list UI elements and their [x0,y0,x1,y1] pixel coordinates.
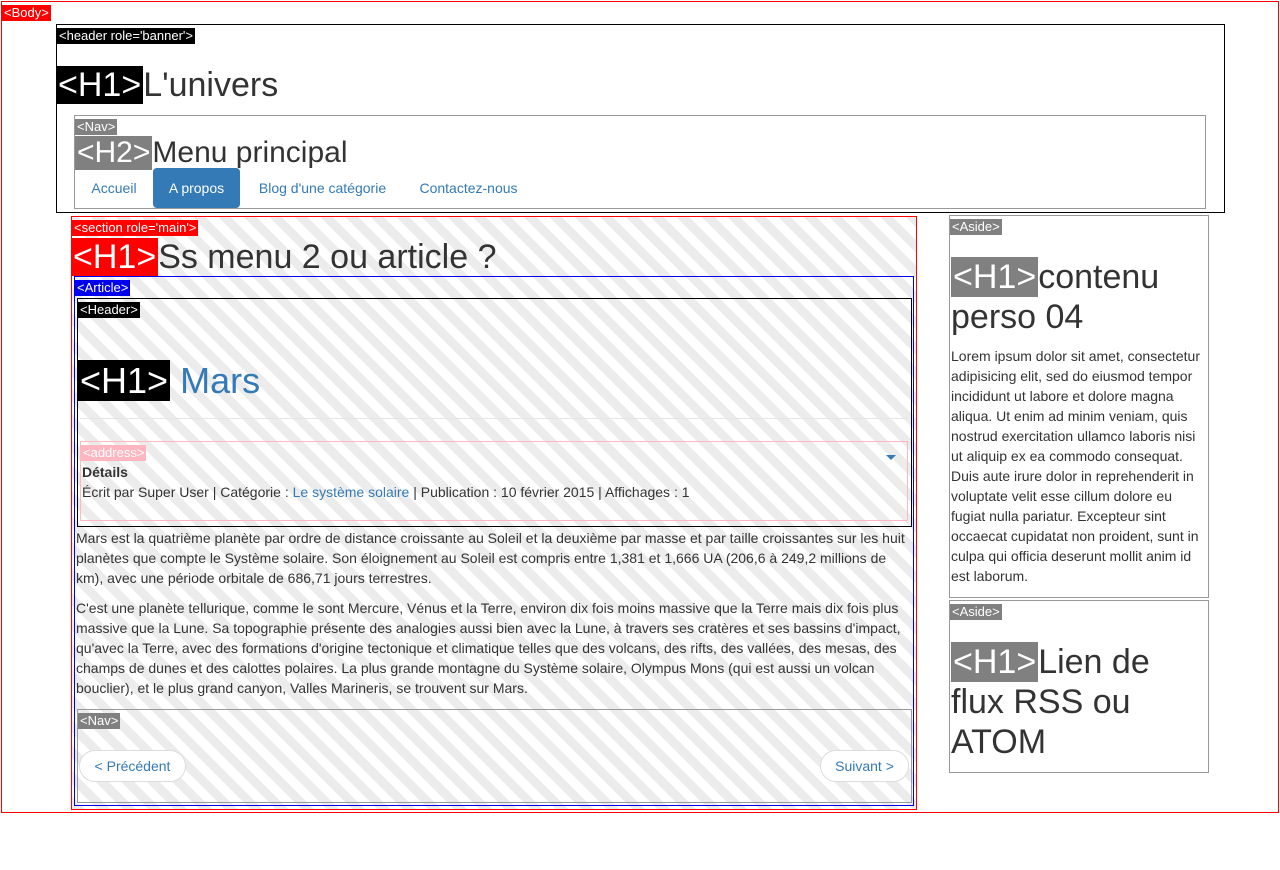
main-heading-text: Ss menu 2 ou article ? [158,238,497,276]
nav-heading-h2-tag: <H2> [75,136,153,170]
details-label: Détails [82,464,128,480]
article-header-tag: <Header> [78,302,140,318]
aside1-h1-tag: <H1> [951,257,1039,297]
category-link[interactable]: Le système solaire [293,484,410,500]
site-title-h1-tag: <H1> [56,66,144,104]
meta-prefix: Écrit par Super User | Catégorie : [82,484,293,500]
previous-button[interactable]: < Précédent [79,750,186,782]
main-section-tag: <section role='main'> [72,220,199,236]
aside2-title: <H1>Lien de flux RSS ou ATOM [951,642,1206,762]
article-address [80,441,908,521]
nav-item-blog[interactable]: Blog d'une catégorie [243,168,402,208]
address-tag: <address> [81,445,147,461]
nav-item-a-propos[interactable]: A propos [153,168,240,208]
banner-tag: <header role='banner'> [57,28,195,44]
next-button[interactable]: Suivant > [820,750,909,782]
article-title: <H1> Mars [78,360,260,401]
article-tag: <Article> [75,280,131,296]
article-paragraph-1: Mars est la quatrième planète par ordre … [76,530,905,586]
aside2-tag: <Aside> [950,604,1002,620]
aside2-h1-tag: <H1> [951,642,1039,682]
article-meta: Écrit par Super User | Catégorie : Le sy… [82,483,690,501]
article-title-h1-tag: <H1> [78,360,171,401]
nav-tag: <Nav> [75,119,118,135]
main-heading-h1-tag: <H1> [71,238,159,276]
nav-item-contact[interactable]: Contactez-nous [405,168,532,208]
body-tag: <Body> [2,5,51,21]
caret-down-icon[interactable] [886,455,896,460]
meta-suffix: | Publication : 10 février 2015 | Affich… [409,484,690,500]
site-title-text: L'univers [143,66,279,104]
aside1-text: Lorem ipsum dolor sit amet, consectetur … [951,348,1200,584]
site-title: <H1>L'univers [56,66,278,104]
header-divider [80,418,908,419]
nav-heading-text: Menu principal [152,136,348,169]
nav-heading: <H2>Menu principal [75,136,348,170]
main-heading: <H1>Ss menu 2 ou article ? [71,238,496,276]
article-title-link[interactable]: Mars [180,360,260,401]
pager-nav [77,709,912,803]
article-paragraph-2: C'est une planète tellurique, comme le s… [76,600,901,696]
aside1-title: <H1>contenu perso 04 [951,257,1206,337]
aside1-tag: <Aside> [950,219,1002,235]
nav-item-accueil[interactable]: Accueil [76,168,152,208]
pager-nav-tag: <Nav> [78,713,121,729]
